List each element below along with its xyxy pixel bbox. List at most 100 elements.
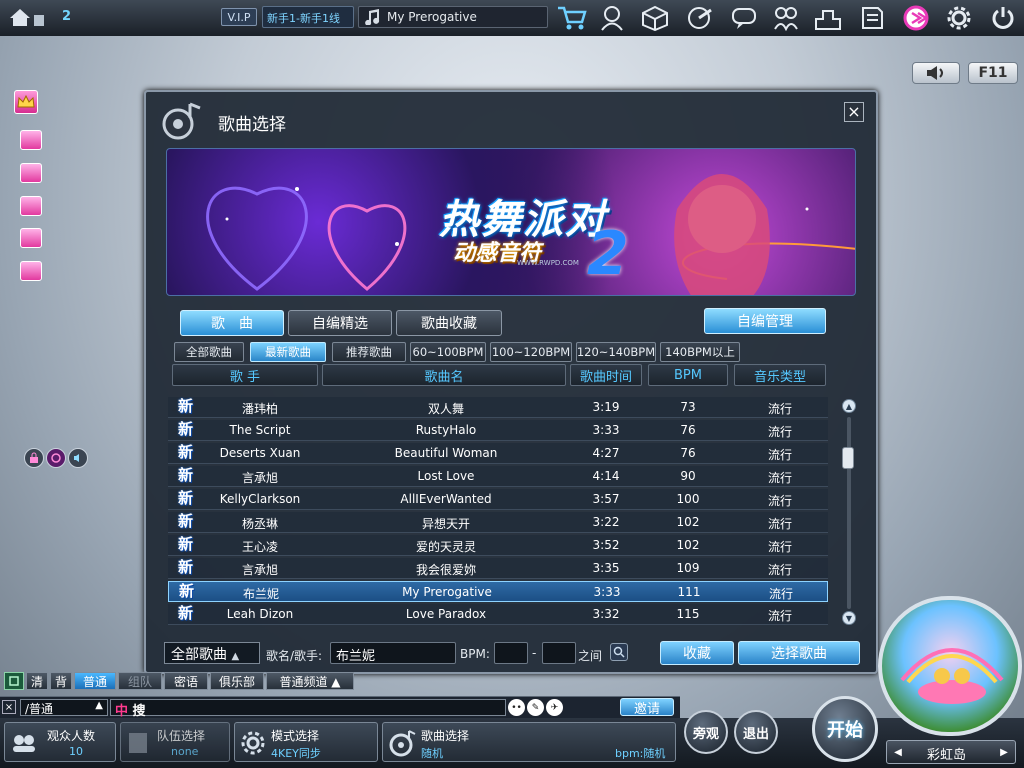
sticker-icon[interactable]: ✎ [527,699,544,716]
scroll-up-icon[interactable]: ▲ [842,399,856,413]
song-bpm-value: bpm:随机 [615,747,666,760]
song-select-panel[interactable]: 歌曲选择 随机 bpm:随机 [382,722,676,762]
song-row[interactable]: 新王心凌 爱的天灵灵 3:52 102 流行 [168,535,828,556]
search-icon [613,646,625,658]
song-bpm: 76 [680,446,696,460]
character-icon[interactable] [598,5,626,34]
filter-120-140bpm[interactable]: 120~140BPM [576,342,656,362]
home-icon[interactable] [8,6,48,31]
custom-manage-button[interactable]: 自编管理 [704,308,826,334]
chat-message-input[interactable]: 中 搜 [110,699,506,719]
song-row[interactable]: 新杨丞琳 异想天开 3:22 102 流行 [168,512,828,533]
watch-button[interactable]: 旁观 [684,710,728,754]
column-artist[interactable]: 歌 手 [172,364,318,386]
side-slot-button[interactable] [20,130,42,150]
song-list-scrollbar[interactable]: ▲ ▼ [840,399,858,627]
top-bar: 2 V.I.P 新手1-新手1线 My Prerogative [0,0,1024,36]
column-genre[interactable]: 音乐类型 [734,364,826,386]
chat-channel-select[interactable]: 普通频道 ▲ [266,672,354,690]
song-row[interactable]: 新言承旭 我会很爱妳 3:35 109 流行 [168,558,828,579]
chat-bubble-icon[interactable] [730,5,758,34]
chat-tab-whisper[interactable]: 密语 [164,672,208,690]
start-button[interactable]: 开始 [812,696,878,762]
song-row[interactable]: 新 Deserts Xuan Beautiful Woman 4:27 76 流行 [168,443,828,464]
search-button[interactable] [610,643,628,661]
send-icon[interactable]: ✈ [546,699,563,716]
category-select[interactable]: 全部歌曲 ▲ [164,642,260,664]
song-row[interactable]: 新 The Script RustyHalo 3:33 76 流行 [168,420,828,441]
column-title[interactable]: 歌曲名 [322,364,566,386]
music-toggle-icon[interactable] [46,448,66,468]
shop-cart-icon[interactable] [556,4,588,35]
fullscreen-f11-button[interactable]: F11 [968,62,1018,84]
friends-icon[interactable] [772,5,800,34]
emoticon-icon[interactable]: •• [508,699,525,716]
current-song-field[interactable]: My Prerogative [358,6,548,28]
chat-channel-input[interactable]: /普通 ▲ [20,699,108,716]
song-genre: 流行 [767,425,792,439]
invite-button[interactable]: 邀请 [620,698,674,717]
song-row[interactable]: 新布兰妮 My Prerogative 3:33 111 流行 [168,581,828,602]
filter-140bpm-plus[interactable]: 140BPM以上 [660,342,740,362]
ranking-icon[interactable] [814,5,842,34]
scroll-down-icon[interactable]: ▼ [842,611,856,625]
filter-all-songs[interactable]: 全部歌曲 [174,342,244,362]
song-title: Beautiful Woman [394,446,498,460]
bpm-min-input[interactable] [494,642,528,664]
scrollbar-thumb[interactable] [842,447,854,469]
song-bpm: 76 [680,423,696,437]
current-song-title: My Prerogative [387,10,477,24]
side-slot-button[interactable] [20,163,42,183]
power-icon[interactable] [990,5,1016,34]
event-icon[interactable] [902,4,934,35]
chat-close-icon[interactable]: × [2,700,16,714]
mode-select-panel[interactable]: 模式选择 4KEY同步 [234,722,378,762]
chat-tab-team[interactable]: 组队 [118,672,162,690]
settings-icon[interactable] [946,5,972,34]
filter-60-100bpm[interactable]: 60~100BPM [410,342,486,362]
map-preview[interactable] [878,596,1022,736]
chat-background-button[interactable]: 背 [50,672,72,690]
song-row[interactable]: 新 Leah Dizon Love Paradox 3:32 115 流行 [168,604,828,625]
chat-lock-icon[interactable] [4,672,24,690]
filter-100-120bpm[interactable]: 100~120BPM [490,342,572,362]
side-slot-button[interactable] [20,196,42,216]
tab-song-favorites[interactable]: 歌曲收藏 [396,310,502,336]
mode-label: 模式选择 [271,729,320,743]
column-bpm[interactable]: BPM [648,364,728,386]
tab-songs[interactable]: 歌 曲 [180,310,284,336]
filter-recommended[interactable]: 推荐歌曲 [332,342,406,362]
previous-map-icon[interactable]: ◀ [889,743,907,761]
side-slot-button[interactable] [20,228,42,248]
lock-icon[interactable] [24,448,44,468]
audience-count-panel[interactable]: 观众人数 10 [4,722,116,762]
name-artist-input[interactable]: 布兰妮 [330,642,456,664]
package-icon[interactable] [640,5,670,34]
crown-button[interactable] [14,90,38,114]
favorite-button[interactable]: 收藏 [660,641,734,665]
sound-toggle-icon[interactable] [68,448,88,468]
tab-custom-picks[interactable]: 自编精选 [288,310,392,336]
column-duration[interactable]: 歌曲时间 [570,364,642,386]
bpm-max-input[interactable] [542,642,576,664]
filter-newest-songs[interactable]: 最新歌曲 [250,342,326,362]
server-label[interactable]: 新手1-新手1线 [262,6,354,28]
chat-tab-normal[interactable]: 普通 [74,672,116,690]
song-row[interactable]: 新 KellyClarkson AllIEverWanted 3:57 100 流行 [168,489,828,510]
vip-button[interactable]: V.I.P [221,8,257,26]
music-disc-icon[interactable] [686,5,714,34]
game-banner: 热舞派对 动感音符 WWW.RWPD.COM 2 [166,148,856,296]
chat-clear-button[interactable]: 清 [26,672,48,690]
close-button[interactable]: × [844,102,864,122]
side-slot-button[interactable] [20,261,42,281]
chat-tab-club[interactable]: 俱乐部 [210,672,264,690]
team-select-panel[interactable]: 队伍选择 none [120,722,230,762]
notes-icon[interactable] [858,5,886,34]
song-row[interactable]: 新潘玮柏 双人舞 3:19 73 流行 [168,397,828,418]
select-song-button[interactable]: 选择歌曲 [738,641,860,665]
volume-button[interactable] [912,62,960,84]
song-row[interactable]: 新言承旭 Lost Love 4:14 90 流行 [168,466,828,487]
map-selector[interactable]: ◀ 彩虹岛 ▶ [886,740,1016,764]
exit-button[interactable]: 退出 [734,710,778,754]
next-map-icon[interactable]: ▶ [995,743,1013,761]
